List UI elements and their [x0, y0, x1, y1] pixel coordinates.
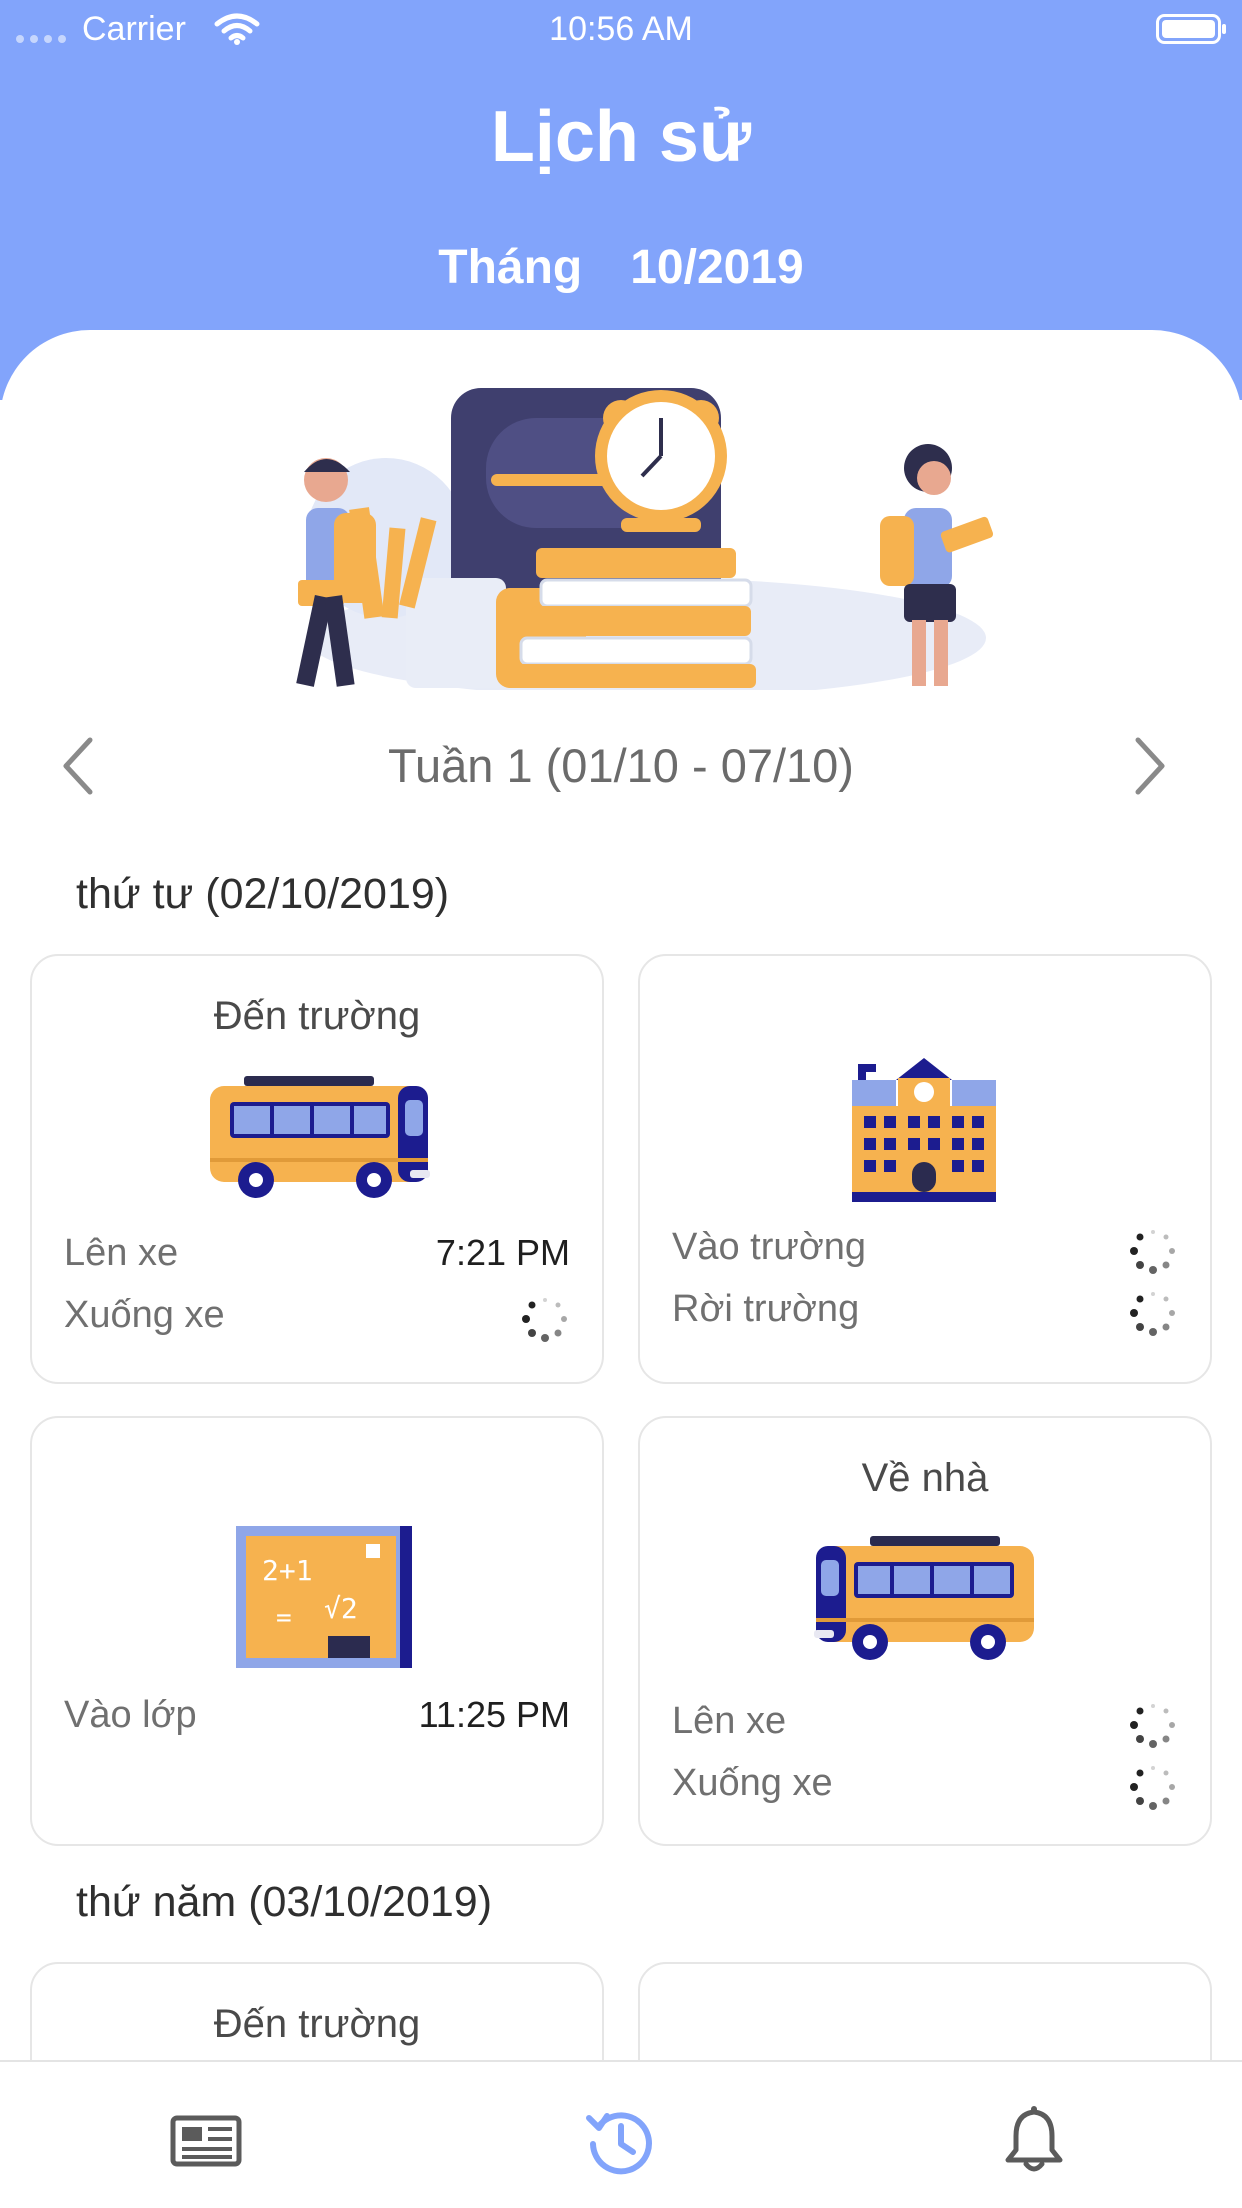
row-leave-school: Rời trường: [672, 1288, 1178, 1338]
row-time: 7:21 PM: [435, 1232, 570, 1273]
battery-icon: [1156, 14, 1228, 53]
row-leave-bus: Xuống xe: [672, 1762, 1178, 1812]
page-title: Lịch sử: [490, 97, 752, 177]
chalkboard-icon: 2+1 = √2: [236, 1526, 412, 1673]
month-value[interactable]: 10/2019: [630, 240, 804, 295]
row-board-bus: Lên xe 7:21 PM: [64, 1232, 570, 1282]
news-icon: [170, 2115, 242, 2167]
status-time: 10:56 AM: [549, 10, 693, 48]
svg-text:√2: √2: [324, 1592, 358, 1625]
history-icon: [586, 2112, 652, 2175]
week-label: Tuần 1 (01/10 - 07/10): [388, 739, 854, 792]
bell-icon: [1005, 2106, 1063, 2172]
month-label: Tháng: [438, 241, 583, 294]
row-label: Rời trường: [672, 1288, 860, 1330]
row-label: Xuống xe: [672, 1762, 833, 1804]
row-label: Lên xe: [672, 1700, 787, 1742]
row-enter-school: Vào trường: [672, 1226, 1178, 1276]
card-classroom[interactable]: 2+1 = √2 Vào lớp 11:25 PM: [30, 1416, 604, 1846]
row-label: Lên xe: [64, 1232, 179, 1274]
row-enter-class: Vào lớp 11:25 PM: [64, 1694, 570, 1744]
tab-bar: [0, 2060, 1242, 2208]
svg-text:2+1: 2+1: [262, 1554, 313, 1587]
svg-text:=: =: [276, 1603, 292, 1633]
loading-spinner-icon: [1128, 1226, 1178, 1276]
status-bar: Carrier 10:56 AM: [0, 0, 1242, 60]
card-title: Về nhà: [861, 1456, 989, 1500]
card-title: Đến trường: [213, 2002, 421, 2046]
school-building-icon: [852, 1058, 996, 1209]
school-illustration: [276, 388, 996, 698]
next-week-button[interactable]: [1120, 736, 1180, 796]
day-header: thứ tư (02/10/2019): [76, 870, 450, 918]
loading-spinner-icon: [1128, 1762, 1178, 1812]
card-to-school[interactable]: Đến trường Lên xe 7:21 PM Xuống xe: [30, 954, 604, 1384]
card-school[interactable]: Vào trường Rời trường: [638, 954, 1212, 1384]
day-header: thứ năm (03/10/2019): [76, 1878, 493, 1926]
card-title: Đến trường: [213, 994, 421, 1038]
tab-news[interactable]: [166, 2106, 246, 2176]
tab-notifications[interactable]: [994, 2106, 1074, 2176]
month-selector[interactable]: Tháng 10/2019: [0, 240, 1242, 295]
row-board-bus: Lên xe: [672, 1700, 1178, 1750]
loading-spinner-icon: [1128, 1700, 1178, 1750]
row-label: Vào lớp: [64, 1694, 197, 1736]
bus-icon: [210, 1076, 430, 1205]
row-label: Xuống xe: [64, 1294, 225, 1336]
loading-spinner-icon: [520, 1294, 570, 1344]
loading-spinner-icon: [1128, 1288, 1178, 1338]
row-leave-bus: Xuống xe: [64, 1294, 570, 1344]
row-label: Vào trường: [672, 1226, 867, 1268]
tab-history[interactable]: [580, 2106, 660, 2176]
week-selector: Tuần 1 (01/10 - 07/10): [0, 730, 1242, 800]
card-go-home[interactable]: Về nhà Lên xe Xuống xe: [638, 1416, 1212, 1846]
row-time: 11:25 PM: [418, 1694, 570, 1735]
bus-icon: [814, 1536, 1034, 1671]
